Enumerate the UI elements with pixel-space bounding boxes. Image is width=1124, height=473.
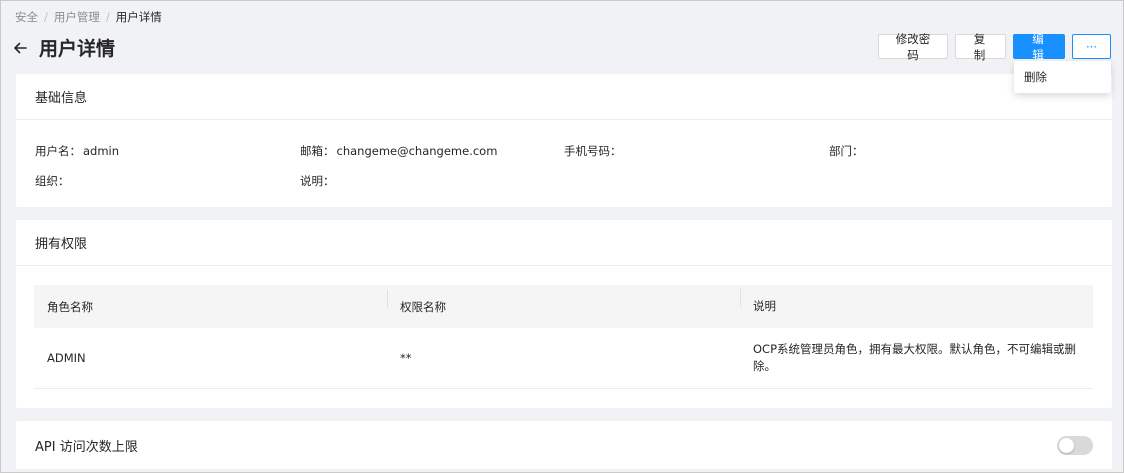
info-department: 部门： bbox=[829, 143, 866, 159]
breadcrumb-item-user-management[interactable]: 用户管理 bbox=[54, 9, 100, 25]
permissions-card: 拥有权限 角色名称 权限名称 说明 ADMIN ** OCP系统管理员角色，拥有… bbox=[16, 220, 1112, 408]
info-label: 用户名： bbox=[35, 144, 81, 158]
info-phone: 手机号码： bbox=[564, 143, 624, 159]
info-label: 部门： bbox=[829, 144, 864, 158]
cell-description: OCP系统管理员角色，拥有最大权限。默认角色，不可编辑或删除。 bbox=[753, 342, 1077, 373]
copy-button[interactable]: 复制 bbox=[955, 32, 1006, 62]
change-password-button[interactable]: 修改密码 bbox=[878, 32, 948, 62]
cell-role: ADMIN bbox=[47, 351, 86, 365]
info-label: 说明： bbox=[300, 174, 335, 188]
page-title: 用户详情 bbox=[39, 38, 116, 60]
arrow-left-icon[interactable] bbox=[13, 40, 29, 56]
more-button[interactable]: ··· bbox=[1072, 34, 1111, 59]
info-value: changeme@changeme.com bbox=[336, 144, 498, 158]
info-label: 手机号码： bbox=[564, 144, 622, 158]
api-limit-title: API 访问次数上限 bbox=[35, 439, 138, 455]
header-actions: 修改密码 复制 编辑 ··· bbox=[878, 32, 1111, 62]
basic-info-grid: 用户名： admin 邮箱： changeme@changeme.com 手机号码：… bbox=[16, 120, 1112, 206]
app-frame: 安全 / 用户管理 / 用户详情 用户详情 修改密码 复制 编辑 ··· 删除 … bbox=[0, 0, 1124, 473]
edit-button[interactable]: 编辑 bbox=[1013, 32, 1065, 62]
api-limit-header: API 访问次数上限 bbox=[16, 421, 1112, 469]
info-label: 邮箱： bbox=[300, 144, 335, 158]
permissions-table: 角色名称 权限名称 说明 ADMIN ** OCP系统管理员角色，拥有最大权限。… bbox=[34, 285, 1093, 389]
api-limit-card: API 访问次数上限 bbox=[16, 421, 1112, 469]
delete-menu-item[interactable]: 删除 bbox=[1014, 61, 1111, 93]
breadcrumb: 安全 / 用户管理 / 用户详情 bbox=[15, 9, 162, 25]
breadcrumb-separator: / bbox=[44, 10, 48, 24]
info-label: 组织： bbox=[35, 174, 70, 188]
basic-info-title: 基础信息 bbox=[16, 74, 1112, 120]
permissions-title: 拥有权限 bbox=[16, 220, 1112, 266]
breadcrumb-item-current: 用户详情 bbox=[115, 10, 162, 24]
column-header-role: 角色名称 bbox=[47, 299, 93, 314]
info-value: admin bbox=[83, 144, 120, 158]
toggle-knob bbox=[1059, 437, 1074, 453]
table-row: ADMIN ** OCP系统管理员角色，拥有最大权限。默认角色，不可编辑或删除。 bbox=[34, 328, 1093, 389]
info-email: 邮箱： changeme@changeme.com bbox=[300, 143, 497, 159]
api-limit-toggle[interactable] bbox=[1057, 435, 1093, 455]
more-dropdown-menu: 删除 bbox=[1014, 61, 1111, 93]
table-header: 角色名称 权限名称 说明 bbox=[34, 285, 1093, 328]
info-username: 用户名： admin bbox=[35, 143, 119, 159]
title-row: 用户详情 bbox=[13, 34, 115, 61]
breadcrumb-item-security[interactable]: 安全 bbox=[15, 9, 38, 25]
column-header-permission: 权限名称 bbox=[387, 289, 740, 315]
cell-permission: ** bbox=[400, 351, 412, 365]
info-description: 说明： bbox=[300, 173, 337, 189]
info-organization: 组织： bbox=[35, 173, 72, 189]
breadcrumb-separator: / bbox=[105, 10, 110, 24]
column-header-description: 说明 bbox=[740, 289, 1093, 315]
basic-info-card: 基础信息 用户名： admin 邮箱： changeme@changeme.com … bbox=[16, 74, 1112, 207]
page-header: 安全 / 用户管理 / 用户详情 用户详情 修改密码 复制 编辑 ··· bbox=[1, 1, 1123, 73]
